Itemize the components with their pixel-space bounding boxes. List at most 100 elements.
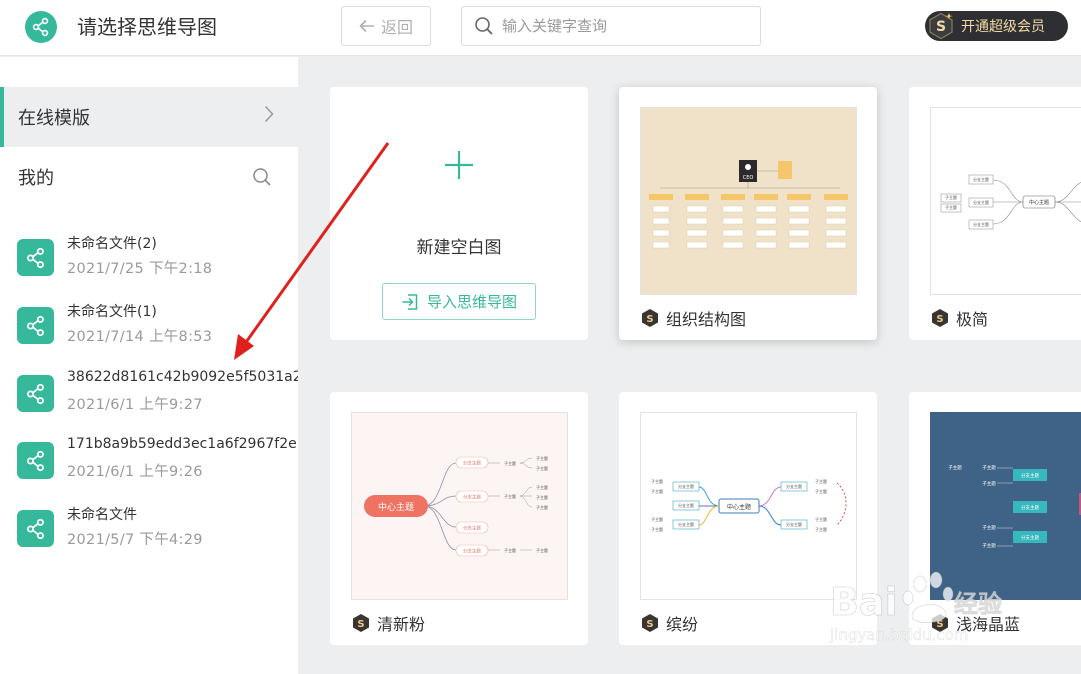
file-date: 2021/7/14 上午8:53 [67, 329, 213, 345]
template-name: 极简 [956, 310, 989, 329]
sub-topic-label: 子主题 [945, 194, 957, 200]
import-label: 导入思维导图 [426, 293, 517, 311]
file-date: 2021/5/7 下午4:29 [67, 532, 203, 548]
ceo-node-label: CEO [743, 175, 754, 181]
template-label: S 缤纷 [640, 611, 698, 635]
branch-topic-label: 分支主题 [1021, 534, 1039, 541]
top-bar: 请选择思维导图 返回 S 开通超级会员 [0, 0, 1081, 56]
branch-topic-label: 分支主题 [1021, 472, 1039, 479]
template-thumbnail: 中心主题 分支主题 分支主题 分支主题 分支主题 子主题 子主题 子主题 子主题… [351, 412, 568, 600]
file-item[interactable]: 38622d8161c42b9092e5f5031a2 2021/6/1 上午9… [0, 368, 298, 432]
sub-topic-label: 子主题 [948, 464, 962, 471]
sub-topic-label: 子主题 [536, 484, 548, 490]
file-item[interactable]: 未命名文件 2021/5/7 下午4:29 [0, 503, 298, 567]
new-blank-card[interactable]: 新建空白图 导入思维导图 [330, 87, 588, 340]
back-button[interactable]: 返回 [341, 6, 431, 46]
page-title: 请选择思维导图 [77, 15, 217, 39]
back-label: 返回 [380, 18, 413, 37]
branch-topic-label: 分支主题 [678, 483, 694, 489]
import-icon [402, 293, 418, 310]
sub-topic-label: 子主题 [982, 542, 996, 549]
branch-topic-label: 分支主题 [463, 548, 481, 555]
search-icon [475, 17, 493, 35]
vip-upgrade-button[interactable]: S 开通超级会员 [925, 11, 1068, 41]
branch-topic-label: 分支主题 [463, 460, 481, 467]
import-mindmap-button[interactable]: 导入思维导图 [382, 283, 536, 320]
mindmap-file-icon [17, 307, 54, 344]
template-card-colorful[interactable]: 中心主题 分支主题 分支主题 分支主题 分支主题 分支主题 子主题 子主题 子主… [619, 392, 877, 645]
mindmap-file-icon [17, 510, 54, 547]
template-name: 清新粉 [377, 615, 426, 634]
sub-topic-label: 子主题 [651, 526, 663, 532]
mindmap-file-icon [17, 375, 54, 412]
template-card-org-chart[interactable]: CEO S 组织结构图 [619, 87, 877, 340]
share-nodes-icon [26, 315, 44, 336]
app-logo [25, 11, 57, 43]
sub-topic-label: 子主题 [815, 516, 827, 522]
sub-topic-label: 子主题 [982, 464, 996, 471]
sub-topic-label: 子主题 [815, 478, 827, 484]
file-date: 2021/6/1 上午9:26 [67, 464, 203, 480]
template-label: S 极简 [930, 306, 988, 330]
chevron-right-icon [264, 105, 274, 123]
sub-topic-label: 子主题 [536, 494, 548, 500]
template-name: 浅海晶蓝 [956, 615, 1021, 634]
mindmap-file-icon [17, 442, 54, 479]
search-box[interactable] [461, 6, 761, 46]
sub-topic-label: 子主题 [504, 547, 516, 553]
template-thumbnail: 中心主题 分支主题 分支主题 分支主题 子主题 子主题 [930, 107, 1081, 295]
sub-topic-label: 子主题 [815, 526, 827, 532]
branch-topic-label: 分支主题 [463, 525, 481, 532]
sub-topic-label: 子主题 [651, 478, 663, 484]
template-thumbnail: CEO [640, 107, 857, 295]
file-date: 2021/7/25 下午2:18 [67, 261, 213, 277]
sub-topic-label: 子主题 [536, 455, 548, 461]
file-item[interactable]: 未命名文件(2) 2021/7/25 下午2:18 [0, 232, 298, 296]
template-card-sea-blue[interactable]: 分支主题 分支主题 分支主题 子主题 子主题 子主题 子主题 子主题 S 浅海晶… [909, 392, 1081, 645]
branch-topic-label: 分支主题 [973, 176, 989, 182]
sidebar-item-label: 我的 [18, 168, 54, 189]
template-name: 组织结构图 [666, 310, 747, 329]
sub-topic-label: 子主题 [815, 488, 827, 494]
template-label: S 浅海晶蓝 [930, 611, 1020, 635]
s-badge-icon: S [353, 614, 369, 632]
s-badge-icon: S [642, 614, 658, 632]
search-input[interactable] [502, 17, 742, 35]
template-card-minimal[interactable]: 中心主题 分支主题 分支主题 分支主题 子主题 子主题 S 极简 [909, 87, 1081, 340]
vip-label: 开通超级会员 [961, 19, 1045, 35]
center-topic-label: 中心主题 [727, 503, 751, 511]
s-badge-icon: S [929, 12, 953, 40]
mindmap-file-icon [17, 239, 54, 276]
svg-text:S: S [357, 619, 364, 630]
branch-topic-label: 分支主题 [786, 521, 802, 527]
file-name: 未命名文件 [67, 507, 137, 523]
sub-topic-label: 子主题 [504, 460, 516, 466]
new-blank-label: 新建空白图 [416, 238, 502, 258]
search-icon[interactable] [252, 167, 272, 187]
plus-icon [445, 151, 473, 179]
svg-text:S: S [646, 619, 653, 630]
file-item[interactable]: 未命名文件(1) 2021/7/14 上午8:53 [0, 300, 298, 364]
file-item[interactable]: 171b8a9b59edd3ec1a6f2967f2e 2021/6/1 上午9… [0, 435, 298, 499]
template-thumbnail: 中心主题 分支主题 分支主题 分支主题 分支主题 分支主题 子主题 子主题 子主… [640, 412, 857, 600]
sub-topic-label: 子主题 [982, 480, 996, 487]
template-label: S 清新粉 [351, 611, 425, 635]
template-name: 缤纷 [666, 615, 699, 634]
sub-topic-label: 子主题 [945, 204, 957, 210]
share-nodes-icon [32, 17, 49, 37]
svg-text:S: S [936, 314, 943, 325]
file-name: 未命名文件(2) [67, 236, 157, 252]
sub-topic-label: 子主题 [536, 547, 548, 553]
sub-topic-label: 子主题 [536, 504, 548, 510]
file-name: 未命名文件(1) [67, 304, 157, 320]
share-nodes-icon [26, 450, 44, 471]
template-card-fresh-pink[interactable]: 中心主题 分支主题 分支主题 分支主题 分支主题 子主题 子主题 子主题 子主题… [330, 392, 588, 645]
svg-text:S: S [646, 314, 653, 325]
branch-topic-label: 分支主题 [973, 199, 989, 205]
sidebar-item-mine[interactable]: 我的 [0, 147, 298, 207]
sub-topic-label: 子主题 [651, 488, 663, 494]
sub-topic-label: 子主题 [504, 493, 516, 499]
svg-text:S: S [936, 619, 943, 630]
sidebar-item-online-templates[interactable]: 在线模版 [0, 87, 298, 147]
svg-text:S: S [936, 19, 946, 35]
